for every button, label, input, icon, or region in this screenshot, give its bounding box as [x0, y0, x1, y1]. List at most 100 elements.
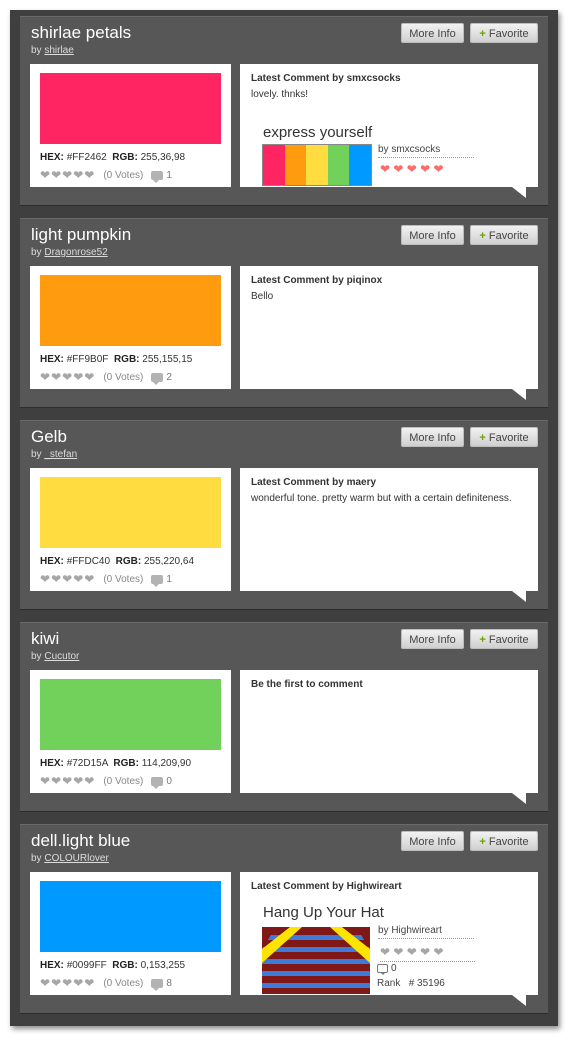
comment-icon: [151, 574, 164, 587]
color-card: light pumpkin by Dragonrose52 More Info …: [20, 218, 548, 408]
heart-icon[interactable]: ❤: [40, 370, 50, 384]
color-swatch[interactable]: [40, 73, 221, 144]
heart-icon[interactable]: ❤: [51, 370, 61, 384]
heart-icon[interactable]: ❤: [62, 370, 72, 384]
comment-count[interactable]: 8: [166, 978, 172, 989]
favorite-button[interactable]: + Favorite: [470, 23, 538, 43]
heart-icon[interactable]: ❤: [51, 774, 61, 788]
comment-icon: [377, 964, 388, 975]
plus-icon: +: [479, 432, 486, 444]
color-card: Gelb by _stefan More Info + Favorite HEX…: [20, 420, 548, 610]
color-info-box: HEX: #0099FF RGB: 0,153,255 ❤ ❤ ❤ ❤ ❤ (0 Vot…: [30, 872, 231, 995]
color-values: HEX: #72D15A RGB: 114,209,90: [40, 758, 192, 769]
heart-icon[interactable]: ❤: [40, 572, 50, 586]
color-info-box: HEX: #FFDC40 RGB: 255,220,64 ❤ ❤ ❤ ❤ ❤ (0 Vo…: [30, 468, 231, 591]
color-swatch[interactable]: [40, 881, 221, 952]
color-title[interactable]: shirlae petals: [31, 23, 131, 43]
heart-icon[interactable]: ❤: [51, 168, 61, 182]
more-info-button[interactable]: More Info: [401, 225, 464, 245]
color-swatch[interactable]: [40, 275, 221, 346]
comment-icon: [151, 978, 164, 991]
more-info-button[interactable]: More Info: [401, 629, 464, 649]
latest-comment-header: Latest Comment by Highwireart: [251, 881, 402, 892]
heart-icon[interactable]: ❤: [84, 572, 94, 586]
comment-author-link[interactable]: maery: [347, 477, 376, 488]
color-values: HEX: #FFDC40 RGB: 255,220,64: [40, 556, 195, 567]
comment-count[interactable]: 1: [166, 574, 172, 585]
author-link[interactable]: Dragonrose52: [44, 247, 107, 258]
palette-thumbnail[interactable]: [262, 144, 372, 186]
heart-icon[interactable]: ❤: [62, 168, 72, 182]
favorite-button[interactable]: + Favorite: [470, 831, 538, 851]
heart-icon[interactable]: ❤: [73, 976, 83, 990]
first-comment-link[interactable]: Be the first to comment: [251, 679, 363, 690]
more-info-button[interactable]: More Info: [401, 427, 464, 447]
palette-stripe: [327, 145, 350, 185]
pattern-byline: by Highwireart: [378, 925, 474, 939]
author-link[interactable]: _stefan: [44, 449, 77, 460]
comment-text: Bello: [251, 291, 274, 302]
heart-icon[interactable]: ❤: [84, 774, 94, 788]
pattern-comments: 0: [377, 963, 397, 975]
heart-icon[interactable]: ❤: [40, 774, 50, 788]
author-link[interactable]: COLOURlover: [44, 853, 108, 864]
favorite-button[interactable]: + Favorite: [470, 427, 538, 447]
latest-comment-header: Latest Comment by smxcsocks: [251, 73, 401, 84]
palette-stripe: [263, 145, 285, 185]
comment-text: lovely. thnks!: [251, 89, 309, 100]
pattern-hearts-icon: ❤ ❤ ❤ ❤ ❤: [380, 945, 475, 962]
heart-icon[interactable]: ❤: [73, 168, 83, 182]
palette-stripe: [349, 145, 371, 185]
heart-icon[interactable]: ❤: [62, 572, 72, 586]
vote-row: ❤ ❤ ❤ ❤ ❤ (0 Votes) 8: [40, 976, 172, 991]
comment-author-link[interactable]: piqinox: [347, 275, 383, 286]
color-card: dell.light blue by COLOURlover More Info…: [20, 824, 548, 1014]
heart-icon[interactable]: ❤: [73, 774, 83, 788]
comment-author-link[interactable]: Highwireart: [347, 881, 402, 892]
favorite-button[interactable]: + Favorite: [470, 629, 538, 649]
comment-bubble: Latest Comment by smxcsocks lovely. thnk…: [240, 64, 538, 198]
author-link[interactable]: Cucutor: [44, 651, 79, 662]
color-byline: by Cucutor: [31, 651, 80, 662]
latest-comment-header: Latest Comment by maery: [251, 477, 377, 488]
comment-bubble: Latest Comment by piqinox Bello: [240, 266, 538, 400]
comment-text: wonderful tone. pretty warm but with a c…: [251, 493, 512, 504]
comment-author-link[interactable]: smxcsocks: [347, 73, 401, 84]
heart-icon[interactable]: ❤: [73, 572, 83, 586]
heart-icon[interactable]: ❤: [51, 976, 61, 990]
author-link[interactable]: shirlae: [44, 45, 73, 56]
color-title[interactable]: dell.light blue: [31, 831, 130, 851]
heart-icon[interactable]: ❤: [73, 370, 83, 384]
plus-icon: +: [479, 836, 486, 848]
comment-count[interactable]: 2: [166, 372, 172, 383]
comment-count[interactable]: 0: [166, 776, 172, 787]
color-swatch[interactable]: [40, 477, 221, 548]
color-info-box: HEX: #FF2462 RGB: 255,36,98 ❤ ❤ ❤ ❤ ❤ (0 Vot…: [30, 64, 231, 187]
pattern-thumbnail[interactable]: [262, 927, 370, 994]
color-title[interactable]: light pumpkin: [31, 225, 131, 245]
color-title[interactable]: kiwi: [31, 629, 59, 649]
heart-icon[interactable]: ❤: [84, 370, 94, 384]
vote-row: ❤ ❤ ❤ ❤ ❤ (0 Votes) 1: [40, 168, 172, 183]
plus-icon: +: [479, 28, 486, 40]
color-byline: by _stefan: [31, 449, 78, 460]
heart-icon[interactable]: ❤: [62, 774, 72, 788]
plus-icon: +: [479, 230, 486, 242]
heart-icon[interactable]: ❤: [84, 976, 94, 990]
heart-icon[interactable]: ❤: [40, 168, 50, 182]
more-info-button[interactable]: More Info: [401, 831, 464, 851]
heart-icon[interactable]: ❤: [51, 572, 61, 586]
heart-icon[interactable]: ❤: [40, 976, 50, 990]
color-values: HEX: #0099FF RGB: 0,153,255: [40, 960, 186, 971]
comment-count[interactable]: 1: [166, 170, 172, 181]
pattern-title[interactable]: Hang Up Your Hat: [263, 904, 384, 921]
favorite-button[interactable]: + Favorite: [470, 225, 538, 245]
heart-icon[interactable]: ❤: [84, 168, 94, 182]
plus-icon: +: [479, 634, 486, 646]
color-title[interactable]: Gelb: [31, 427, 67, 447]
more-info-button[interactable]: More Info: [401, 23, 464, 43]
color-swatch[interactable]: [40, 679, 221, 750]
heart-icon[interactable]: ❤: [62, 976, 72, 990]
color-values: HEX: #FF9B0F RGB: 255,155,15: [40, 354, 193, 365]
palette-title[interactable]: express yourself: [263, 124, 372, 141]
